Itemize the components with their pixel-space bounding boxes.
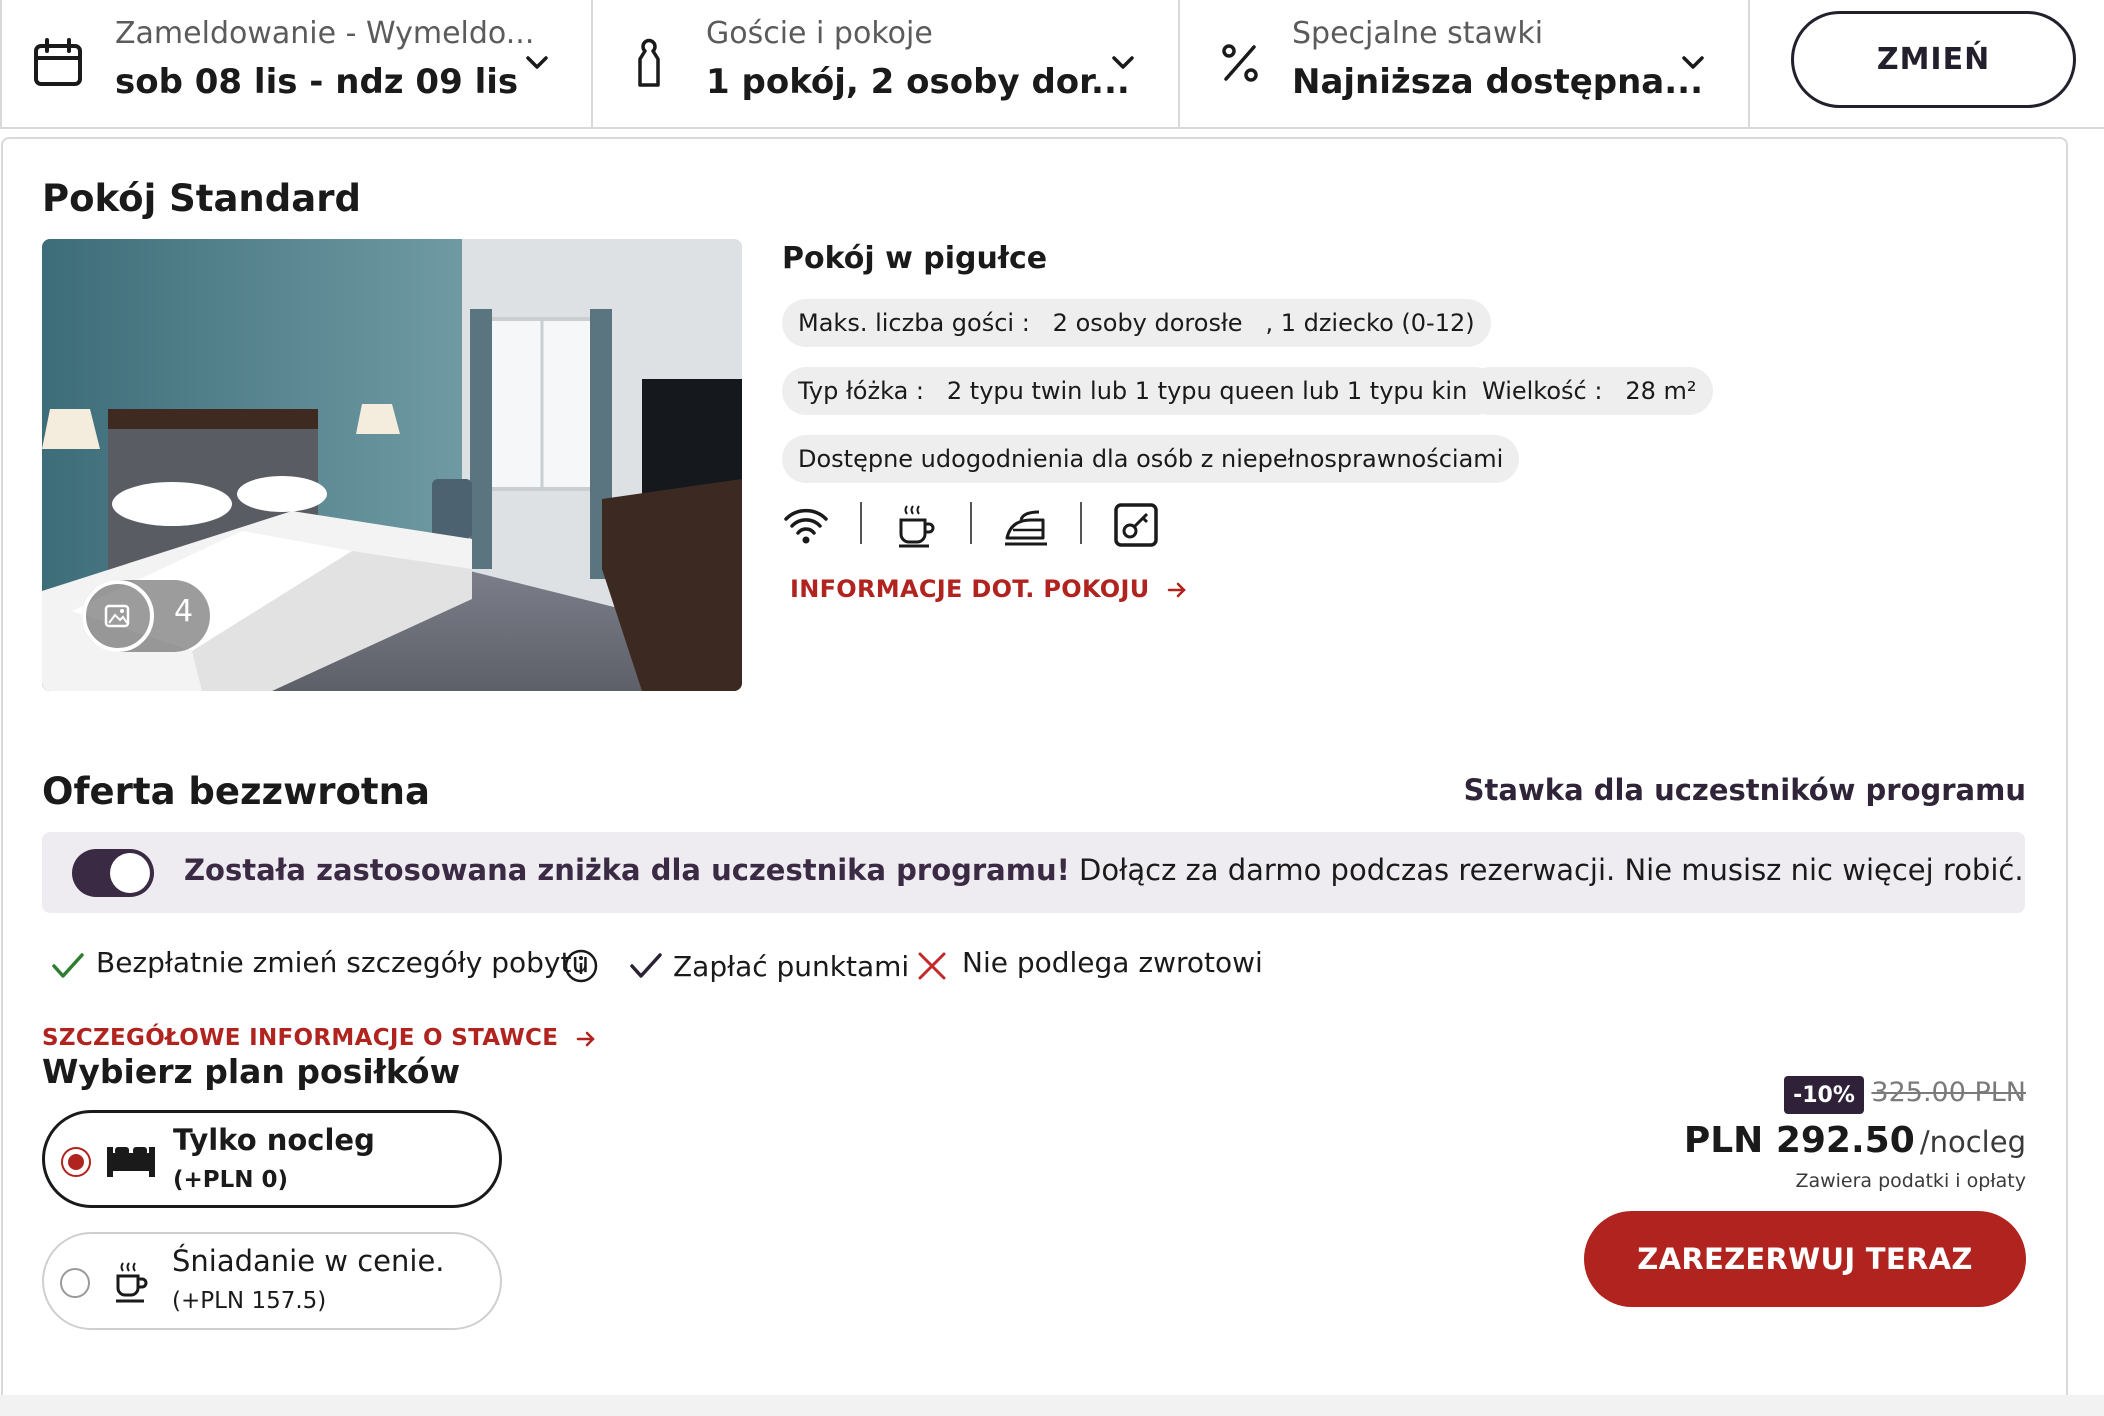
door-hanger-icon xyxy=(638,38,660,87)
member-discount-banner: Została zastosowana zniżka dla uczestnik… xyxy=(42,832,2025,913)
change-search-button[interactable]: ZMIEŃ xyxy=(1791,11,2076,108)
chevron-down-icon xyxy=(1112,56,1134,69)
member-discount-toggle[interactable] xyxy=(72,849,154,897)
price-row: PLN 292.50 /nocleg xyxy=(1684,1120,2026,1161)
accessibility-chip: Dostępne udogodnienia dla osób z niepełn… xyxy=(782,435,1520,483)
card-divider xyxy=(0,1395,2104,1416)
meal-radio-selected[interactable] xyxy=(61,1147,91,1177)
photo-count: 4 xyxy=(174,594,194,629)
close-icon xyxy=(918,952,946,980)
room-summary-title: Pokój w pigułce xyxy=(782,241,1048,276)
chevron-down-icon xyxy=(1682,56,1704,69)
meal-name: Śniadanie w cenie. xyxy=(172,1244,445,1278)
calendar-icon xyxy=(34,38,82,86)
max-guests-label: Maks. liczba gości : xyxy=(798,309,1030,337)
guests-selector[interactable]: Goście i pokoje 1 pokój, 2 osoby dor... xyxy=(593,0,1180,127)
room-title: Pokój Standard xyxy=(42,177,361,220)
check-icon xyxy=(630,953,662,978)
feature-change-stay: Bezpłatnie zmień szczegóły pobytu xyxy=(96,946,590,979)
rates-value: Najniższa dostępna... xyxy=(1292,62,1703,102)
room-info-link-label: INFORMACJE DOT. POKOJU xyxy=(790,575,1150,603)
bed-icon xyxy=(107,1147,155,1177)
meal-option-room-only[interactable]: Tylko nocleg (+PLN 0) xyxy=(42,1110,502,1208)
dates-selector[interactable]: Zameldowanie - Wymeldo... sob 08 lis - n… xyxy=(0,0,593,127)
member-discount-text: Została zastosowana zniżka dla uczestnik… xyxy=(184,853,2024,887)
meal-option-breakfast[interactable]: Śniadanie w cenie. (+PLN 157.5) xyxy=(42,1232,502,1330)
rate-details-link-label: SZCZEGÓŁOWE INFORMACJE O STAWCE xyxy=(42,1025,559,1051)
banner-detail-text: Dołącz za darmo podczas rezerwacji. Nie … xyxy=(1069,853,2024,887)
meal-radio[interactable] xyxy=(60,1268,90,1298)
arrow-right-icon xyxy=(1167,582,1186,598)
room-info-link[interactable]: INFORMACJE DOT. POKOJU xyxy=(790,575,1188,603)
search-bar: Zameldowanie - Wymeldo... sob 08 lis - n… xyxy=(0,0,2104,129)
amenity-divider xyxy=(1080,502,1082,544)
feature-non-refundable: Nie podlega zwrotowi xyxy=(962,946,1263,979)
meal-name: Tylko nocleg xyxy=(173,1123,375,1157)
special-rates-selector[interactable]: Specjalne stawki Najniższa dostępna... xyxy=(1180,0,1750,127)
meal-price: (+PLN 0) xyxy=(173,1167,289,1193)
dates-label: Zameldowanie - Wymeldo... xyxy=(115,16,535,51)
dates-value: sob 08 lis - ndz 09 lis xyxy=(115,62,519,102)
book-now-button[interactable]: ZAREZERWUJ TERAZ xyxy=(1584,1211,2026,1307)
iron-icon xyxy=(1005,510,1047,546)
max-guests-value: 2 osoby dorosłe xyxy=(1052,309,1243,337)
banner-bold-text: Została zastosowana zniżka dla uczestnik… xyxy=(184,853,1070,887)
percent-icon xyxy=(1222,44,1258,82)
coffee-icon xyxy=(116,1262,148,1303)
guests-value: 1 pokój, 2 osoby dor... xyxy=(706,62,1130,102)
meal-price: (+PLN 157.5) xyxy=(172,1288,327,1314)
bed-type-value: 2 typu twin lub 1 typu queen lub 1 typu … xyxy=(946,377,1483,405)
amenity-divider xyxy=(860,502,862,544)
bed-type-label: Typ łóżka : xyxy=(798,377,924,405)
coffee-icon xyxy=(899,505,935,548)
info-icon[interactable] xyxy=(563,948,599,984)
price-unit: /nocleg xyxy=(1919,1125,2026,1159)
bed-type-chip: Typ łóżka : 2 typu twin lub 1 typu queen… xyxy=(782,367,1499,415)
amenity-divider xyxy=(970,502,972,544)
photo-gallery-button[interactable]: 4 xyxy=(82,580,210,652)
toggle-knob xyxy=(110,853,150,893)
meal-plan-title: Wybierz plan posiłków xyxy=(42,1052,461,1091)
tax-note: Zawiera podatki i opłaty xyxy=(1795,1170,2026,1192)
discount-badge: -10% xyxy=(1784,1076,1864,1114)
gallery-icon xyxy=(82,580,154,652)
wifi-icon xyxy=(784,508,828,544)
arrow-right-icon xyxy=(576,1031,595,1046)
room-size-label: Wielkość : xyxy=(1482,377,1603,405)
original-price: 325.00 PLN xyxy=(1871,1077,2026,1108)
room-size-chip: Wielkość : 28 m² xyxy=(1466,367,1713,415)
check-icon xyxy=(52,953,84,978)
max-guests-chip: Maks. liczba gości : 2 osoby dorosłe , 1… xyxy=(782,299,1491,347)
guests-label: Goście i pokoje xyxy=(706,16,933,51)
key-card-icon xyxy=(1114,503,1158,547)
rates-label: Specjalne stawki xyxy=(1292,16,1544,51)
room-size-value: 28 m² xyxy=(1625,377,1697,405)
chevron-down-icon xyxy=(526,56,548,69)
program-rate-label: Stawka dla uczestników programu xyxy=(1463,773,2026,807)
rate-details-link[interactable]: SZCZEGÓŁOWE INFORMACJE O STAWCE xyxy=(42,1025,597,1051)
max-guests-child: , 1 dziecko (0-12) xyxy=(1265,309,1475,337)
feature-pay-points: Zapłać punktami xyxy=(673,950,910,983)
offer-title: Oferta bezzwrotna xyxy=(42,770,430,813)
current-price: PLN 292.50 xyxy=(1683,1120,1915,1161)
